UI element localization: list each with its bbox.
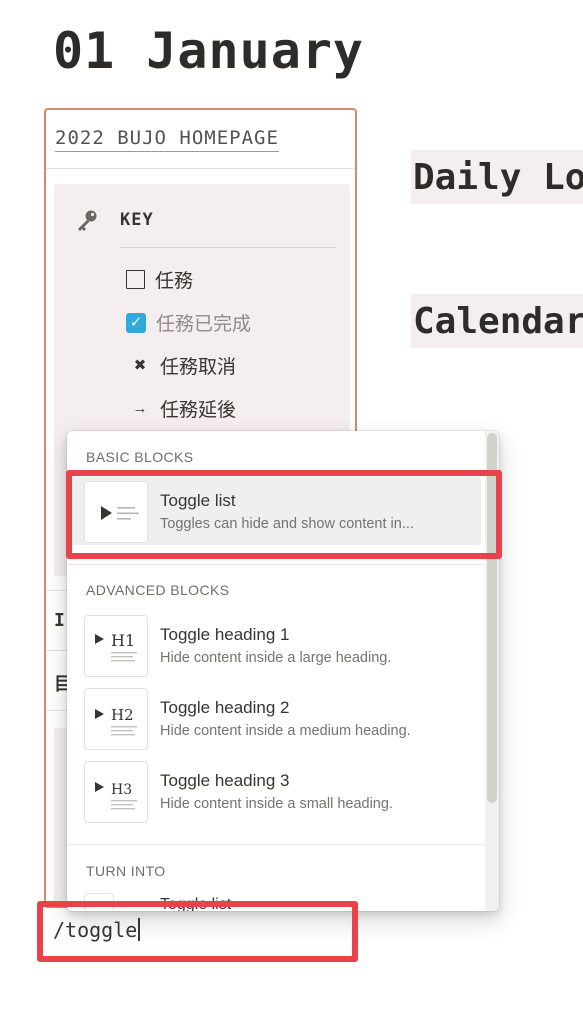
toggle-heading-2-icon: H2	[84, 688, 148, 750]
menu-divider	[67, 844, 485, 845]
section-label-advanced: ADVANCED BLOCKS	[86, 582, 230, 598]
menu-divider	[67, 564, 485, 565]
section-label-basic: BASIC BLOCKS	[86, 449, 194, 465]
legend-item-task: 任務	[126, 266, 193, 293]
legend-label: 任務已完成	[156, 314, 252, 335]
cross-icon: ✖	[133, 356, 147, 374]
input-value: /toggle	[53, 918, 138, 942]
legend-item-task-cancelled: ✖ 任務取消	[130, 352, 236, 379]
homepage-link[interactable]: 2022 BUJO HOMEPAGE	[55, 127, 279, 152]
checkbox-checked-icon[interactable]: ✓	[126, 312, 146, 333]
heading-badge: H3	[111, 782, 132, 798]
menu-item-title: Toggle heading 1	[160, 625, 290, 644]
arrow-right-icon: →	[132, 399, 148, 417]
heading-daily-log[interactable]: Daily Log	[411, 150, 583, 204]
menu-scrollbar[interactable]	[485, 431, 499, 911]
menu-item-title: Toggle heading 2	[160, 698, 290, 717]
section-label-turn-into: TURN INTO	[86, 863, 166, 879]
menu-item-title: Toggle list	[160, 491, 236, 510]
slash-command-menu: BASIC BLOCKS Toggle list Toggles can hid…	[67, 431, 499, 911]
toggle-heading-3-icon: H3	[84, 761, 148, 823]
sidebar-divider	[46, 168, 355, 169]
menu-item-description: Hide content inside a large heading.	[160, 650, 392, 666]
menu-item-description: Toggles can hide and show content in...	[160, 516, 414, 532]
menu-item-title: Toggle heading 3	[160, 771, 290, 790]
page-title: 01 January	[53, 22, 365, 80]
heading-calendar[interactable]: Calendar	[411, 294, 583, 348]
key-title: KEY	[120, 210, 154, 230]
menu-item-toggle-heading-3[interactable]: H3 Toggle heading 3 Hide content inside …	[71, 757, 481, 825]
menu-item-toggle-heading-2[interactable]: H2 Toggle heading 2 Hide content inside …	[71, 684, 481, 752]
toggle-heading-1-icon: H1	[84, 615, 148, 677]
toggle-list-icon	[84, 481, 148, 543]
menu-scroll-thumb[interactable]	[487, 433, 497, 803]
menu-item-toggle-heading-1[interactable]: H1 Toggle heading 1 Hide content inside …	[71, 611, 481, 679]
menu-item-title[interactable]: Toggle list	[160, 896, 231, 911]
heading-badge: H1	[111, 631, 135, 650]
checkbox-empty-icon[interactable]	[126, 270, 145, 289]
key-divider	[120, 247, 336, 248]
legend-label: 任務	[155, 271, 194, 292]
legend-label: 任務延後	[160, 400, 237, 421]
toggle-list-icon	[84, 893, 114, 911]
menu-item-description: Hide content inside a medium heading.	[160, 723, 411, 739]
menu-item-toggle-list[interactable]: Toggle list Toggles can hide and show co…	[71, 477, 481, 545]
heading-badge: H2	[111, 706, 134, 724]
key-icon	[74, 208, 100, 240]
legend-label: 任務取消	[160, 357, 237, 378]
menu-item-description: Hide content inside a small heading.	[160, 796, 393, 812]
legend-item-task-done: ✓ 任務已完成	[126, 309, 251, 336]
text-caret	[138, 918, 140, 941]
slash-command-input[interactable]: /toggle	[53, 918, 140, 942]
legend-item-task-migrated: → 任務延後	[130, 395, 237, 422]
sidebar-row-fragment[interactable]: I	[54, 610, 65, 631]
